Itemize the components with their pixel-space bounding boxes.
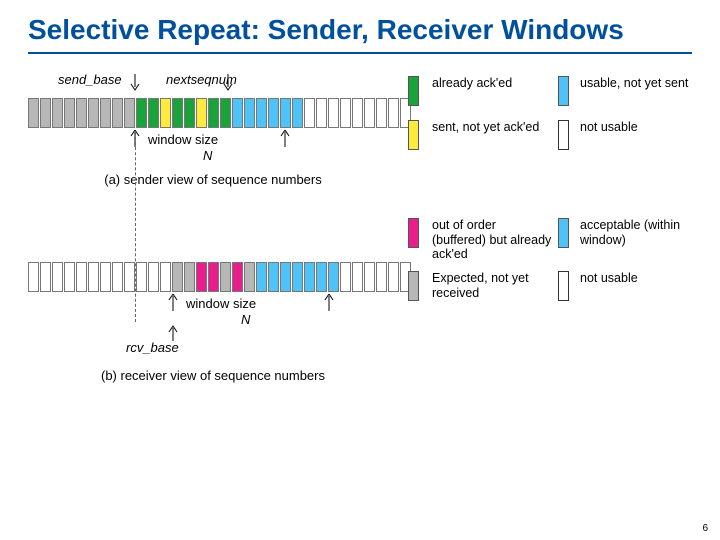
seq-cell: [268, 262, 279, 292]
seq-cell: [64, 98, 75, 128]
seq-cell: [112, 98, 123, 128]
label-send-base: send_base: [58, 72, 122, 87]
legend-sent: sent, not yet ack'ed: [432, 120, 552, 134]
label-rcv-window-N: N: [241, 312, 250, 327]
seq-cell: [64, 262, 75, 292]
swatch-usable: [558, 76, 569, 106]
seq-cell: [376, 98, 387, 128]
seq-cell: [124, 262, 135, 292]
legend-notusable: not usable: [580, 120, 690, 134]
seq-cell: [136, 262, 147, 292]
seq-cell: [388, 98, 399, 128]
seq-cell: [232, 98, 243, 128]
seq-cell: [88, 98, 99, 128]
seq-cell: [208, 98, 219, 128]
seq-cell: [40, 98, 51, 128]
seq-cell: [100, 262, 111, 292]
seq-cell: [172, 262, 183, 292]
arrow-send-base: [130, 74, 140, 92]
seq-cell: [40, 262, 51, 292]
seq-cell: [304, 98, 315, 128]
seq-cell: [280, 98, 291, 128]
label-window-size: window size: [148, 132, 218, 147]
seq-cell: [184, 262, 195, 292]
legend-receiver: out of order (buffered) but already ack'…: [408, 218, 690, 301]
seq-cell: [352, 98, 363, 128]
legend-sender: already ack'ed usable, not yet sent sent…: [408, 76, 690, 150]
seq-cell: [208, 262, 219, 292]
swatch-notusable: [558, 120, 569, 150]
seq-cell: [196, 262, 207, 292]
title-rule: [28, 52, 692, 54]
seq-cell: [232, 262, 243, 292]
seq-cell: [292, 262, 303, 292]
seq-cell: [196, 98, 207, 128]
seq-cell: [244, 262, 255, 292]
seq-cell: [364, 262, 375, 292]
seq-cell: [76, 262, 87, 292]
swatch-buffered: [408, 218, 419, 248]
seq-cell: [388, 262, 399, 292]
seq-cell: [268, 98, 279, 128]
legend-acceptable: acceptable (within window): [580, 218, 690, 247]
seq-cell: [172, 98, 183, 128]
seq-cell: [184, 98, 195, 128]
seq-cell: [112, 262, 123, 292]
seq-cell: [280, 262, 291, 292]
seq-cell: [340, 98, 351, 128]
sender-caption: (a) sender view of sequence numbers: [28, 172, 398, 187]
legend-usable: usable, not yet sent: [580, 76, 690, 90]
seq-cell: [52, 98, 63, 128]
seq-cell: [376, 262, 387, 292]
label-rcv-base: rcv_base: [126, 340, 179, 355]
seq-cell: [100, 98, 111, 128]
seq-cell: [328, 98, 339, 128]
arrow-rcv-window-left: [166, 294, 180, 312]
arrow-nextseqnum: [223, 74, 233, 92]
seq-cell: [256, 262, 267, 292]
seq-cell: [220, 262, 231, 292]
seq-cell: [340, 262, 351, 292]
legend-acked: already ack'ed: [432, 76, 552, 90]
seq-cell: [28, 98, 39, 128]
seq-cell: [136, 98, 147, 128]
seq-cell: [328, 262, 339, 292]
seq-cell: [88, 262, 99, 292]
seq-cell: [316, 98, 327, 128]
seq-cell: [148, 262, 159, 292]
page-number: 6: [702, 523, 708, 534]
swatch-expected: [408, 271, 419, 301]
arrow-rcv-window-right: [322, 294, 336, 312]
swatch-acceptable: [558, 218, 569, 248]
seq-cell: [52, 262, 63, 292]
legend-rcv-notusable: not usable: [580, 271, 690, 285]
swatch-sent: [408, 120, 419, 150]
seq-cell: [256, 98, 267, 128]
page-title: Selective Repeat: Sender, Receiver Windo…: [28, 14, 692, 46]
seq-cell: [292, 98, 303, 128]
arrow-window-right: [278, 130, 292, 148]
seq-cell: [304, 262, 315, 292]
label-rcv-window-size: window size: [186, 296, 256, 311]
legend-expected: Expected, not yet received: [432, 271, 552, 300]
seq-cell: [316, 262, 327, 292]
seq-cell: [364, 98, 375, 128]
sender-section: send_base nextseqnum window size N (a) s…: [28, 72, 692, 222]
seq-cell: [28, 262, 39, 292]
seq-cell: [76, 98, 87, 128]
swatch-rcv-notusable: [558, 271, 569, 301]
seq-cell: [244, 98, 255, 128]
seq-cell: [220, 98, 231, 128]
seq-cell: [160, 98, 171, 128]
seq-cell: [124, 98, 135, 128]
swatch-acked: [408, 76, 419, 106]
legend-buffered: out of order (buffered) but already ack'…: [432, 218, 552, 261]
receiver-section: window size N rcv_base (b) receiver view…: [28, 262, 692, 383]
label-window-N: N: [203, 148, 212, 163]
seq-cell: [352, 262, 363, 292]
seq-cell: [160, 262, 171, 292]
seq-cell: [148, 98, 159, 128]
receiver-caption: (b) receiver view of sequence numbers: [28, 368, 398, 383]
